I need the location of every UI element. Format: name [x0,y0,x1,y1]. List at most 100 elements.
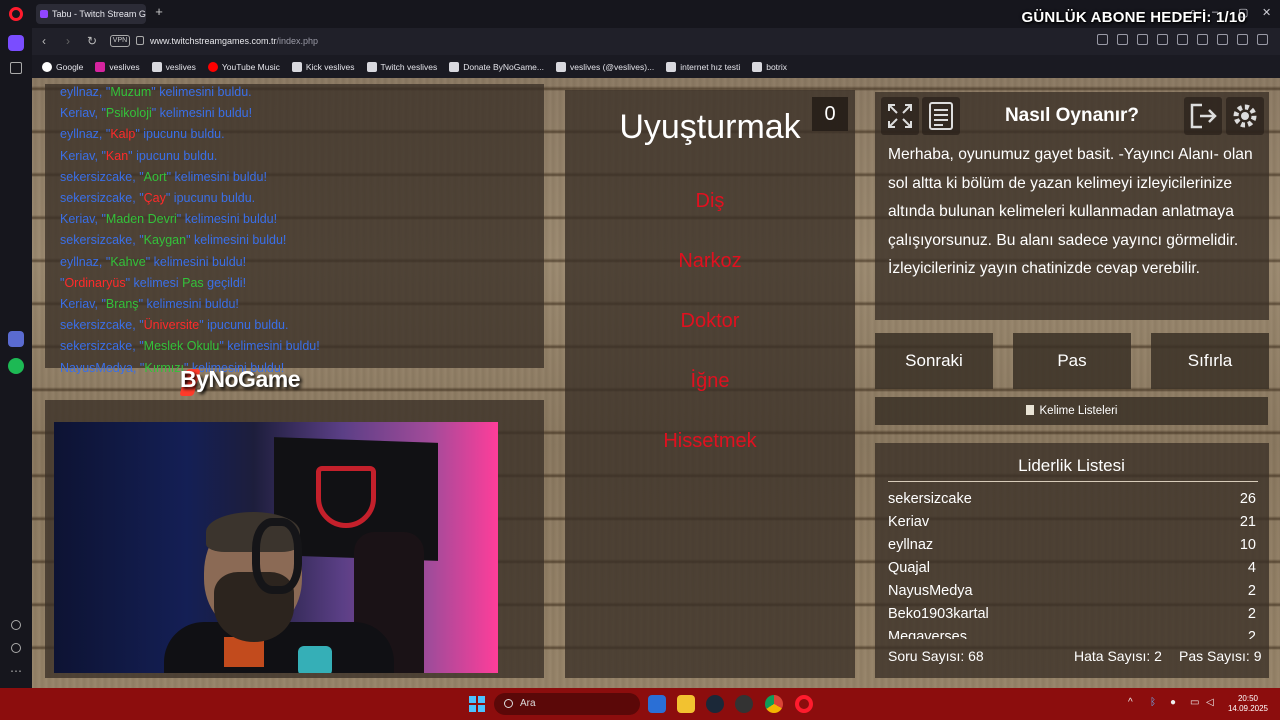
taskbar-search[interactable]: Ara [494,693,640,715]
lock-icon[interactable] [136,36,144,45]
leaderboard-name: Megaverses [888,629,967,639]
chat-user: sekersizcake, [60,318,136,333]
heart-icon[interactable] [1177,34,1188,45]
chrome-icon[interactable] [765,695,783,713]
url-host: www.twitchstreamgames.com.tr [150,36,277,46]
bluetooth-icon[interactable]: ᛒ [1150,697,1156,708]
fullscreen-button[interactable] [881,97,919,135]
chat-user: eyllnaz, [60,85,103,99]
home-icon[interactable] [8,35,24,51]
bookmark-item[interactable]: YouTube Music [207,61,280,72]
chat-term: Meslek Okulu [143,339,220,354]
leaderboard-score: 26 [1239,491,1256,507]
bookmark-item[interactable]: Kick veslives [291,61,355,72]
rules-button[interactable] [922,97,960,135]
clipboard-icon [1025,405,1034,415]
back-icon[interactable]: ‹ [42,34,46,48]
chat-action: ipucunu buldu. [132,148,218,163]
chat-message: eyllnaz, "Kalp" ipucunu buldu. [60,127,225,142]
bookmark-item[interactable]: internet hız testi [666,61,740,72]
microphone-icon[interactable]: ● [1170,697,1176,708]
clock-date: 14.09.2025 [1227,704,1269,713]
browser-tab[interactable]: Tabu - Twitch Stream Gam [36,4,146,24]
camera-icon[interactable] [1117,34,1128,45]
speaker-icon[interactable]: ◁ [1206,697,1214,708]
steam-icon[interactable] [706,695,724,713]
chat-term: Branş [105,297,139,312]
bookmark-label: veslives (@veslives)... [570,61,655,72]
edit-icon[interactable] [1097,34,1108,45]
star-icon[interactable] [10,62,22,74]
bookmark-label: Twitch veslives [380,61,438,72]
chat-action: kelimesini buldu! [156,106,253,121]
opera-logo-icon[interactable] [9,7,23,21]
settings-button[interactable] [1226,97,1264,135]
bynogame-brand: ByNoGame [180,366,300,392]
instagram-icon [95,61,106,72]
windows-taskbar: Ara ^ ᛒ ● ▭ ◁ 20:50 14.09.2025 [0,688,1280,720]
chat-term: Çay [143,191,166,206]
opera-gx-icon[interactable] [795,695,813,713]
history-icon[interactable] [11,643,21,653]
chat-message: sekersizcake, "Aort" kelimesini buldu! [60,169,267,184]
chat-term: Kaygan [143,233,187,248]
bookmark-icon [151,61,162,72]
chat-message: sekersizcake, "Meslek Okulu" kelimesini … [60,339,320,354]
more-icon[interactable]: ⋯ [10,664,26,680]
new-tab-button[interactable]: + [152,5,166,19]
system-clock[interactable]: 20:50 14.09.2025 [1226,694,1270,714]
gear-icon [1233,104,1257,128]
logout-button[interactable] [1184,97,1222,135]
bookmark-item[interactable]: botrix [752,61,787,72]
reset-button[interactable]: Sıfırla [1151,333,1269,389]
chat-message: sekersizcake, "Üniversite" ipucunu buldu… [60,318,289,333]
url-field[interactable]: www.twitchstreamgames.com.tr/index.php [150,36,318,46]
reload-icon[interactable]: ↻ [87,34,97,48]
widgets-icon[interactable] [648,695,666,713]
bookmark-item[interactable]: veslives [95,61,140,72]
shield-icon[interactable] [1137,34,1148,45]
obs-icon[interactable] [735,695,753,713]
leaderboard-score: 4 [1247,560,1256,576]
display-icon[interactable]: ▭ [1190,697,1199,708]
chat-user: sekersizcake, [60,169,136,184]
bookmark-item[interactable]: Donate ByNoGame... [449,61,544,72]
app-icon[interactable] [8,331,24,347]
chat-message: sekersizcake, "Çay" ipucunu buldu. [60,191,256,206]
bookmark-item[interactable]: Twitch veslives [366,61,438,72]
next-button[interactable]: Sonraki [875,333,993,389]
maximize-icon[interactable]: ▢ [1238,6,1248,19]
bookmark-item[interactable]: veslives [151,61,196,72]
forward-icon[interactable]: › [66,34,70,48]
close-icon[interactable]: ✕ [1262,6,1271,19]
bookmark-item[interactable]: veslives (@veslives)... [556,61,655,72]
bookmark-label: veslives [165,61,196,72]
chat-message: Keriav, "Branş" kelimesini buldu! [60,297,239,312]
file-explorer-icon[interactable] [677,695,695,713]
taskbar-search-placeholder: Ara [520,698,536,709]
bookmark-label: YouTube Music [221,61,280,72]
download-icon[interactable] [1197,34,1208,45]
google-icon [42,61,52,72]
start-button[interactable] [469,696,485,712]
pass-button[interactable]: Pas [1013,333,1131,389]
play-icon[interactable] [1157,34,1168,45]
tray-overflow-icon[interactable]: ^ [1128,697,1133,708]
vpn-badge[interactable]: VPN [110,35,130,47]
minimize-icon[interactable]: – [1212,6,1218,18]
chat-message: Keriav, "Kan" ipucunu buldu. [60,148,218,163]
chat-action: kelimesini buldu. [155,85,252,99]
search-tabs-icon[interactable]: ⌕ [1190,6,1196,19]
word-lists-button[interactable]: Kelime Listeleri [875,397,1268,425]
menu-icon[interactable] [1217,34,1228,45]
clock-time: 20:50 [1237,694,1259,703]
cube-icon[interactable] [1257,34,1268,45]
spotify-icon[interactable] [8,358,24,374]
chat-term: Ordinaryüs [64,275,126,290]
profile-icon[interactable] [1237,34,1248,45]
logout-icon [1190,103,1217,129]
leaderboard-name: NayusMedya [888,583,973,599]
taboo-word: Narkoz [678,250,742,272]
bookmark-item[interactable]: Google [42,61,83,72]
bookmark-icon [666,61,677,72]
